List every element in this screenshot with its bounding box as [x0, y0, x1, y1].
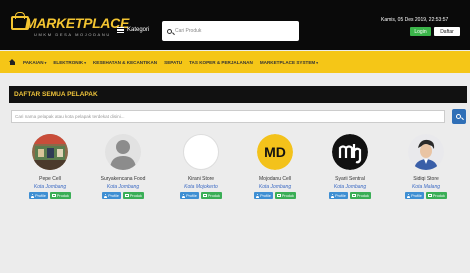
seller-card-pepe-cell: Pepe Cell Kota Jombang Profile Produk: [20, 134, 80, 199]
seller-city[interactable]: Kota Jombang: [320, 184, 380, 190]
produk-button[interactable]: Produk: [49, 192, 71, 199]
image-icon: [202, 194, 207, 197]
login-button[interactable]: Login: [410, 27, 431, 36]
image-icon: [276, 194, 281, 197]
marketplace-logo[interactable]: MARKETPLACE UMKM DESA MOJODANU: [8, 12, 129, 40]
seller-avatar[interactable]: [183, 134, 219, 170]
seller-avatar[interactable]: [105, 134, 141, 170]
seller-list: Pepe Cell Kota Jombang Profile Produk Su…: [0, 134, 470, 224]
seller-city[interactable]: Kota Jombang: [245, 184, 305, 190]
search-icon: [456, 113, 461, 119]
seller-search-input[interactable]: [15, 114, 435, 119]
kategori-menu-button[interactable]: Kategori: [117, 24, 149, 36]
top-header: MARKETPLACE UMKM DESA MOJODANU Kategori …: [0, 0, 470, 50]
panel-title: DAFTAR SEMUA PELAPAK: [9, 86, 467, 103]
user-icon: [331, 193, 335, 198]
caret-down-icon: ▾: [44, 60, 47, 65]
product-search-box: [162, 21, 299, 41]
logo-text: MARKETPLACE: [25, 15, 130, 31]
seller-avatar[interactable]: [32, 134, 68, 170]
user-icon: [407, 193, 411, 198]
caret-down-icon: ▾: [84, 60, 86, 65]
nav-item-tas-koper[interactable]: TAS KOPER & PERJALANAN: [189, 60, 253, 65]
category-navbar: PAKAIAN▾ ELEKTRONIK▾ KESEHATAN & KECANTI…: [0, 51, 470, 73]
seller-city[interactable]: Kota Jombang: [20, 184, 80, 190]
profile-button[interactable]: Profile: [29, 192, 48, 199]
seller-avatar[interactable]: [408, 134, 444, 170]
user-icon: [104, 193, 108, 198]
logo-subtext: UMKM DESA MOJODANU: [34, 32, 111, 37]
image-icon: [51, 194, 56, 197]
profile-button[interactable]: Profile: [329, 192, 348, 199]
nav-item-pakaian[interactable]: PAKAIAN▾: [23, 60, 46, 65]
produk-button[interactable]: Produk: [274, 192, 296, 199]
profile-button[interactable]: Profile: [405, 192, 424, 199]
seller-name: Sidiqi Store: [413, 176, 439, 182]
seller-city[interactable]: Kota Mojokerto: [171, 184, 231, 190]
svg-text:MD: MD: [264, 144, 286, 160]
seller-card-suryakencana-food: Suryakencana Food Kota Jombang Profile P…: [93, 134, 153, 199]
caret-down-icon: ▾: [316, 60, 318, 65]
seller-avatar[interactable]: [332, 134, 368, 170]
seller-name: Syarii Sentral: [335, 176, 365, 182]
seller-filter-box: [11, 110, 445, 123]
produk-button[interactable]: Produk: [349, 192, 371, 199]
default-user-icon: [105, 134, 141, 170]
search-icon: [167, 28, 172, 34]
user-icon: [182, 193, 186, 198]
seller-card-mojodanu-cell: MD Mojodanu Cell Kota Jombang Profile Pr…: [245, 134, 305, 199]
profile-button[interactable]: Profile: [254, 192, 273, 199]
home-icon[interactable]: [9, 58, 16, 66]
kategori-label: Kategori: [127, 27, 150, 33]
image-icon: [427, 194, 432, 197]
seller-card-syarii-sentral: Syarii Sentral Kota Jombang Profile Prod…: [320, 134, 380, 199]
profile-button[interactable]: Profile: [180, 192, 199, 199]
product-search-input[interactable]: [175, 28, 285, 34]
shop-photo-icon: [32, 134, 68, 170]
seller-name: Pepe Cell: [39, 176, 61, 182]
md-logo-icon: MD: [257, 134, 293, 170]
produk-button[interactable]: Produk: [425, 192, 447, 199]
seller-search-button[interactable]: [452, 109, 466, 124]
current-datetime: Kamis, 05 Des 2019, 22:53:57: [381, 17, 449, 23]
mh-logo-icon: [332, 134, 368, 170]
nav-item-sepatu[interactable]: SEPATU: [164, 60, 182, 65]
image-icon: [124, 194, 129, 197]
profile-button[interactable]: Profile: [102, 192, 121, 199]
seller-city[interactable]: Kota Malang: [396, 184, 456, 190]
image-icon: [351, 194, 356, 197]
seller-name: Mojodanu Cell: [259, 176, 291, 182]
nav-item-kesehatan-kecantikan[interactable]: KESEHATAN & KECANTIKAN: [93, 60, 157, 65]
produk-button[interactable]: Produk: [200, 192, 222, 199]
seller-card-sidiqi-store: Sidiqi Store Kota Malang Profile Produk: [396, 134, 456, 199]
user-icon: [256, 193, 260, 198]
hamburger-icon: [117, 27, 124, 33]
seller-avatar[interactable]: MD: [257, 134, 293, 170]
seller-city[interactable]: Kota Jombang: [93, 184, 153, 190]
nav-item-elektronik[interactable]: ELEKTRONIK▾: [53, 60, 86, 65]
daftar-button[interactable]: Daftar: [434, 27, 460, 36]
seller-name: Suryakencana Food: [100, 176, 146, 182]
seller-card-kirani-store: Kirani Store Kota Mojokerto Profile Prod…: [171, 134, 231, 199]
person-photo-icon: [408, 134, 444, 170]
seller-name: Kirani Store: [187, 176, 215, 182]
produk-button[interactable]: Produk: [122, 192, 144, 199]
nav-item-marketplace-system[interactable]: MARKETPLACE SYSTEM▾: [260, 60, 318, 65]
user-icon: [31, 193, 35, 198]
